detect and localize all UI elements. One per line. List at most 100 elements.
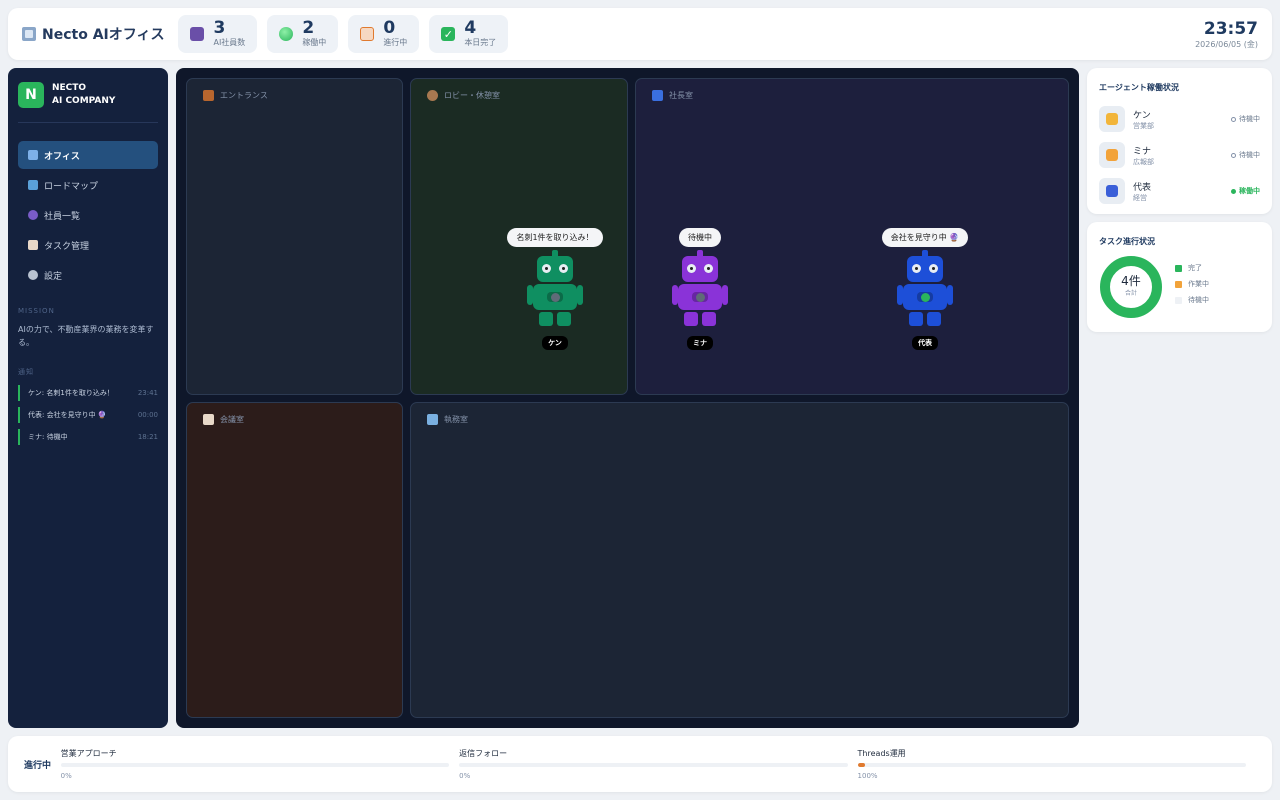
notification-item[interactable]: ミナ: 待機中 18:21 [18, 429, 158, 445]
app-title: Necto AIオフィス [42, 27, 165, 43]
legend-label: 待機中 [1188, 296, 1209, 304]
clock: 23:57 2026/06/05 (金) [1195, 19, 1258, 50]
stat-completed-today: ✓ 4 本日完了 [429, 15, 509, 53]
top-bar: Necto AIオフィス 3 AI社員数 2 稼働中 0 進行中 ✓ 4 本日完了 23… [8, 8, 1272, 60]
coffee-icon [427, 90, 438, 101]
nav-label: ロードマップ [44, 181, 99, 192]
project-progress[interactable]: Threads運用 100% [857, 748, 1246, 780]
door-icon [203, 90, 214, 101]
notification-time: 18:21 [137, 433, 158, 441]
app-brand[interactable]: Necto AIオフィス [22, 24, 164, 44]
agent-daihyo[interactable]: 会社を見守り中 🔮 代表 [865, 225, 985, 350]
speech-bubble: 名刺1件を取り込み！ [507, 228, 603, 247]
agent-name-tag: 代表 [912, 336, 938, 350]
nav-label: 社員一覧 [44, 211, 81, 222]
office-map: エントランス ロビー・休憩室 社長室 会議室 執務室 名刺1件を取り込み！ ケン… [176, 68, 1079, 728]
person-icon [28, 210, 38, 220]
stat-label: 本日完了 [464, 38, 497, 47]
project-name: 営業アプローチ [60, 749, 117, 758]
room-label: 会議室 [220, 415, 244, 424]
stat-value: 0 [383, 18, 396, 38]
project-progress-bar: 進行中 営業アプローチ 0% 返信フォロー 0% Threads運用 100% [8, 736, 1272, 792]
project-progress[interactable]: 返信フォロー 0% [459, 748, 848, 780]
stat-value: 2 [302, 18, 315, 38]
notification-text: 代表: 会社を見守り中 🔮 [28, 411, 107, 419]
notification-item[interactable]: ケン: 名刺1件を取り込み！ 23:41 [18, 385, 158, 401]
progress-fill [857, 763, 866, 767]
legend-item: 作業中 [1175, 279, 1209, 289]
stat-in-progress: 0 進行中 [348, 15, 420, 53]
agent-name: ミナ [1133, 146, 1152, 157]
clipboard-icon [360, 27, 375, 41]
legend-item: 完了 [1175, 263, 1209, 273]
legend-item: 待機中 [1175, 295, 1209, 305]
project-name: 返信フォロー [459, 749, 508, 758]
map-icon [28, 180, 38, 190]
notification-time: 00:00 [137, 411, 158, 419]
speech-bubble: 会社を見守り中 🔮 [881, 228, 969, 247]
room-label: ロビー・休憩室 [444, 91, 500, 100]
status-badge: 待機中 [1231, 114, 1260, 124]
room-label: エントランス [220, 91, 268, 100]
clipboard-icon [203, 414, 214, 425]
nav-employees[interactable]: 社員一覧 [18, 201, 158, 229]
notification-item[interactable]: 代表: 会社を見守り中 🔮 00:00 [18, 407, 158, 423]
agent-status-row[interactable]: ケン 営業部 待機中 [1099, 101, 1260, 137]
agent-dept: 営業部 [1133, 121, 1154, 130]
agent-dept: 経営 [1133, 193, 1147, 202]
status-text: 待機中 [1239, 151, 1260, 159]
nav-roadmap[interactable]: ロードマップ [18, 171, 158, 199]
task-progress-panel: タスク進行状況 4件 合計 完了 作業中 待機中 [1087, 222, 1272, 332]
notification-text: ケン: 名刺1件を取り込み！ [28, 389, 114, 397]
agent-mina[interactable]: 待機中 ミナ [640, 225, 760, 350]
laptop-icon [427, 414, 438, 425]
status-text: 稼働中 [1239, 187, 1260, 195]
agent-status-panel: エージェント稼働状況 ケン 営業部 待機中 ミナ 広報部 待機中 代表 経営 稼働中 [1087, 68, 1272, 214]
panel-title: タスク進行状況 [1099, 237, 1155, 246]
stat-value: 3 [213, 18, 226, 38]
in-progress-label: 進行中 [24, 760, 52, 771]
clock-time: 23:57 [1203, 18, 1258, 39]
nav-office[interactable]: オフィス [18, 141, 158, 169]
agent-status-row[interactable]: 代表 経営 稼働中 [1099, 173, 1260, 209]
sidebar: N NECTO AI COMPANY オフィス ロードマップ 社員一覧 タスク管理… [8, 68, 168, 728]
handshake-icon [1099, 106, 1125, 132]
progress-track [459, 763, 848, 767]
nav-label: 設定 [44, 271, 63, 282]
check-icon: ✓ [441, 27, 456, 41]
company-name-line1: NECTO [52, 83, 87, 93]
suit-icon [652, 90, 663, 101]
robot-avatar [672, 250, 728, 330]
notification-time: 23:41 [137, 389, 158, 397]
clipboard-icon [28, 240, 38, 250]
agent-name-tag: ケン [542, 336, 568, 350]
agent-dept: 広報部 [1133, 157, 1154, 166]
room-label: 社長室 [669, 91, 693, 100]
room-label: 執務室 [444, 415, 468, 424]
room-entrance[interactable]: エントランス [186, 78, 403, 395]
office-building-icon [22, 27, 36, 41]
stat-label: 稼働中 [302, 38, 327, 47]
agent-status-row[interactable]: ミナ 広報部 待機中 [1099, 137, 1260, 173]
nav-label: タスク管理 [44, 241, 90, 252]
status-badge: 待機中 [1231, 150, 1260, 160]
project-name: Threads運用 [857, 749, 906, 758]
agent-ken[interactable]: 名刺1件を取り込み！ ケン [495, 225, 615, 350]
status-badge: 稼働中 [1231, 186, 1260, 196]
company-name-line2: AI COMPANY [52, 96, 116, 106]
nav-tasks[interactable]: タスク管理 [18, 231, 158, 259]
company-logo[interactable]: N NECTO AI COMPANY [18, 82, 158, 123]
stat-active: 2 稼働中 [267, 15, 339, 53]
panel-title: エージェント稼働状況 [1099, 83, 1179, 92]
room-workspace[interactable]: 執務室 [410, 402, 1069, 718]
nav-settings[interactable]: 設定 [18, 261, 158, 289]
room-meeting[interactable]: 会議室 [186, 402, 403, 718]
project-percent: 0% [459, 772, 471, 780]
mission-heading: MISSION [18, 307, 55, 315]
notification-text: ミナ: 待機中 [28, 433, 68, 441]
project-progress[interactable]: 営業アプローチ 0% [60, 748, 450, 780]
gear-icon [28, 270, 38, 280]
legend-label: 作業中 [1188, 280, 1209, 288]
robot-avatar [897, 250, 953, 330]
legend-label: 完了 [1188, 264, 1202, 272]
